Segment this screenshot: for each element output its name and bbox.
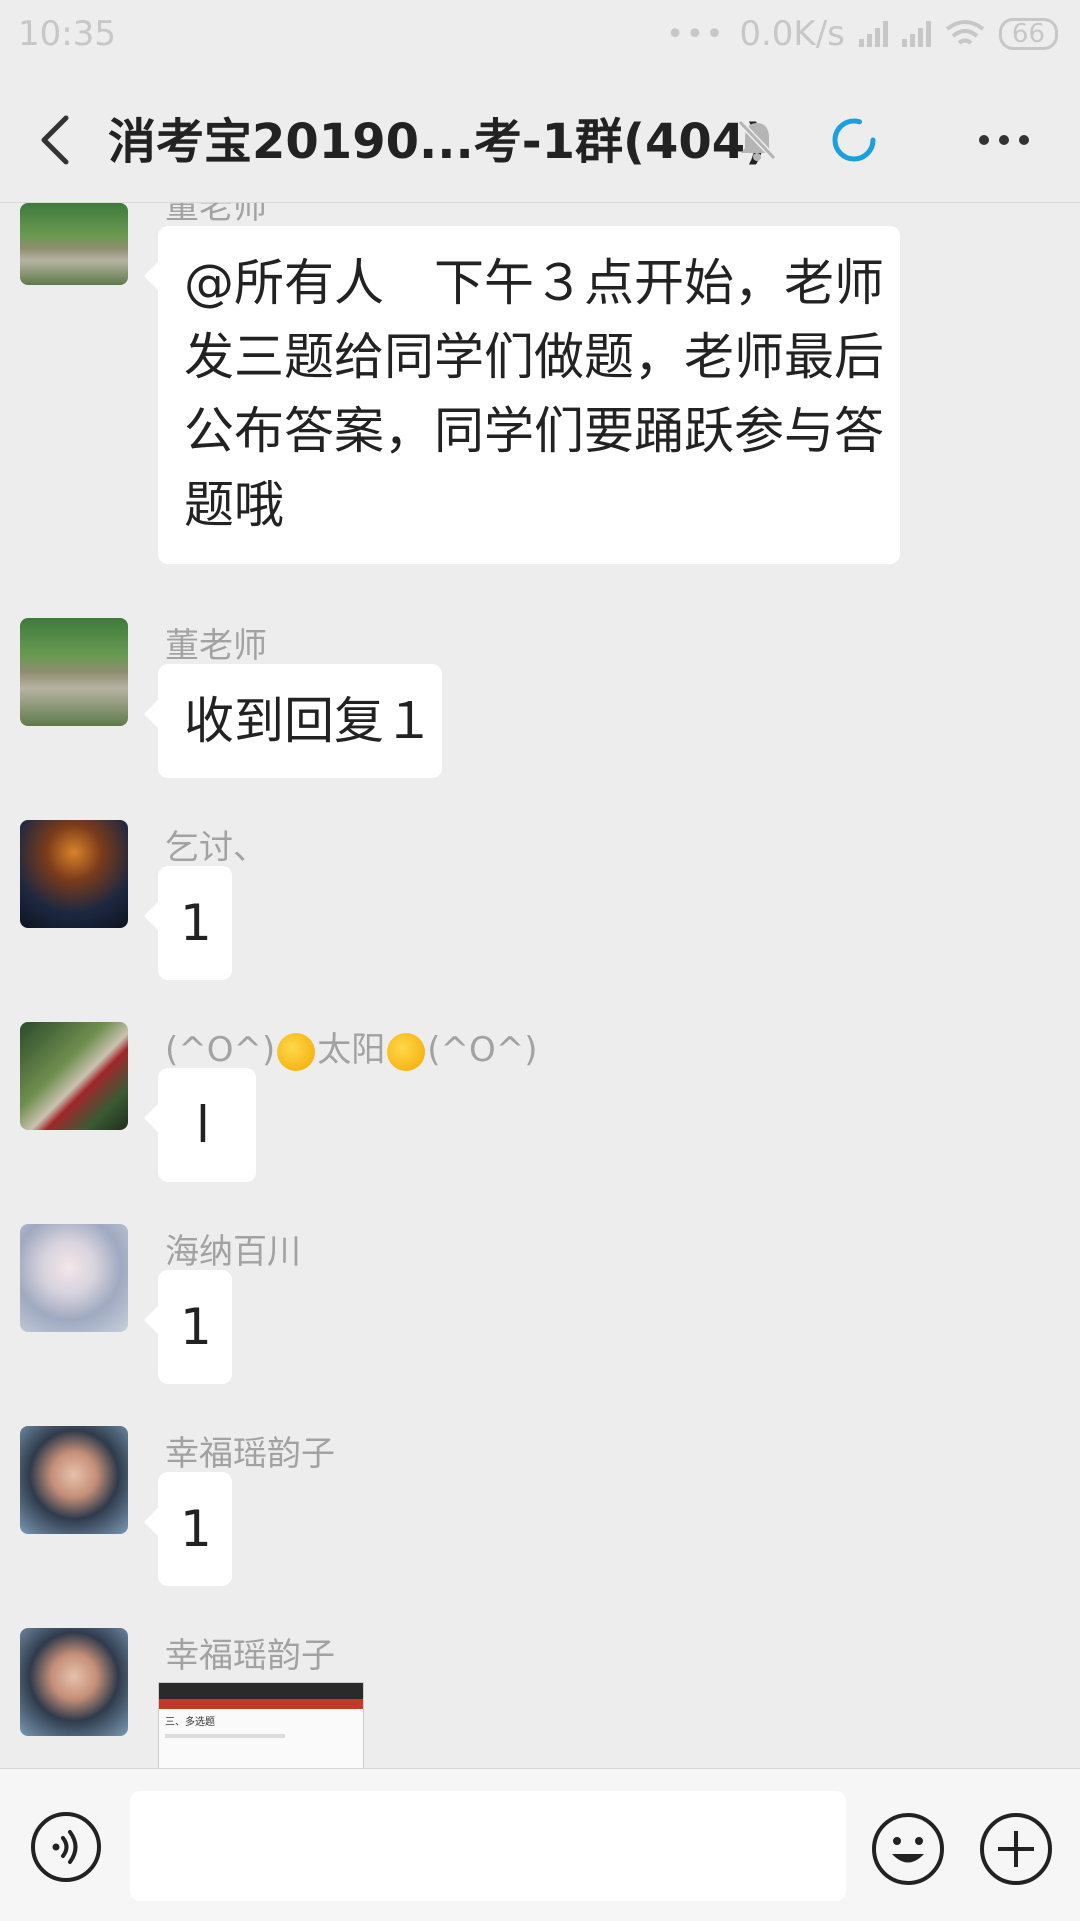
signal-icon-2 (901, 21, 931, 47)
network-speed: 0.0K/s (739, 14, 845, 54)
thumbnail-header (159, 1683, 363, 1699)
wifi-icon (945, 20, 985, 45)
avatar[interactable] (20, 1426, 128, 1534)
sender-name: 乞讨、 (165, 828, 267, 868)
message-bubble[interactable]: 1 (144, 866, 232, 980)
message-item: 幸福瑶韵子 三、多选题 (0, 1628, 1080, 1768)
message-text: l (196, 1096, 210, 1154)
sun-emoji-icon (387, 1032, 426, 1071)
message-text: 1 (180, 894, 212, 952)
sender-name-part: (^O^) (165, 1030, 276, 1070)
sun-emoji-icon (277, 1032, 316, 1071)
smiley-icon[interactable] (870, 1811, 946, 1887)
sender-name-part: (^O^) (427, 1030, 538, 1070)
battery-icon: 66 (998, 18, 1058, 50)
thumbnail-subheader (159, 1699, 363, 1709)
sender-name: 幸福瑶韵子 (165, 1636, 335, 1676)
status-dots: ••• (666, 16, 726, 52)
voice-icon[interactable] (30, 1811, 102, 1883)
input-bar (0, 1768, 1080, 1921)
message-text-line: 公布答案，同学们要踊跃参与答 (184, 402, 884, 460)
avatar[interactable] (20, 1224, 128, 1332)
sender-name: 董老师 (165, 203, 267, 227)
sender-name: 董老师 (165, 626, 267, 666)
avatar[interactable] (20, 618, 128, 726)
message-item: 幸福瑶韵子 1 (0, 1426, 1080, 1626)
status-bar: 10:35 ••• 0.0K/s 66 (0, 0, 1080, 74)
thumbnail-line (165, 1734, 285, 1738)
message-item: (^O^) 太阳 (^O^) l (0, 1022, 1080, 1222)
sender-name-part: 太阳 (317, 1030, 386, 1070)
sender-name: 幸福瑶韵子 (165, 1434, 335, 1474)
message-text: 收到回复１ (184, 692, 434, 750)
message-text-line: @所有人 下午３点开始，老师 (184, 254, 884, 312)
sender-name: 海纳百川 (165, 1232, 301, 1272)
signal-icon (858, 21, 888, 47)
status-time: 10:35 (18, 14, 116, 54)
message-bubble[interactable]: 1 (144, 1270, 232, 1384)
avatar[interactable] (20, 1022, 128, 1130)
bell-off-icon (737, 119, 777, 161)
plus-icon[interactable] (978, 1811, 1054, 1887)
message-input[interactable] (130, 1791, 846, 1901)
message-bubble[interactable]: 收到回复１ (144, 664, 442, 778)
message-bubble[interactable]: 1 (144, 1472, 232, 1586)
message-bubble[interactable]: l (144, 1068, 256, 1182)
chat-header: 消考宝20190...考-1群(404) (0, 74, 1080, 203)
chat-title[interactable]: 消考宝20190...考-1群(404) (108, 102, 767, 172)
message-item: 董老师 收到回复１ (0, 618, 1080, 818)
status-indicators: ••• 0.0K/s 66 (666, 14, 1058, 54)
message-text: 1 (180, 1298, 212, 1356)
thumbnail-caption: 三、多选题 (165, 1717, 215, 1728)
message-bubble[interactable]: @所有人 下午３点开始，老师 发三题给同学们做题，老师最后 公布答案，同学们要踊… (144, 226, 900, 564)
message-text-line: 发三题给同学们做题，老师最后 (184, 328, 884, 386)
message-item: 海纳百川 1 (0, 1224, 1080, 1424)
message-item: 乞讨、 1 (0, 820, 1080, 1020)
message-text: 1 (180, 1500, 212, 1558)
spinner-icon (832, 118, 876, 162)
avatar[interactable] (20, 1628, 128, 1736)
message-list[interactable]: 董老师 @所有人 下午３点开始，老师 发三题给同学们做题，老师最后 公布答案，同… (0, 203, 1080, 1768)
ellipsis-icon[interactable] (978, 134, 1030, 146)
sender-name: (^O^) 太阳 (^O^) (165, 1022, 538, 1071)
chevron-left-icon[interactable] (36, 112, 76, 168)
image-message-thumbnail[interactable]: 三、多选题 (158, 1682, 364, 1768)
message-text-line: 题哦 (184, 476, 284, 534)
avatar[interactable] (20, 820, 128, 928)
avatar[interactable] (20, 203, 128, 285)
